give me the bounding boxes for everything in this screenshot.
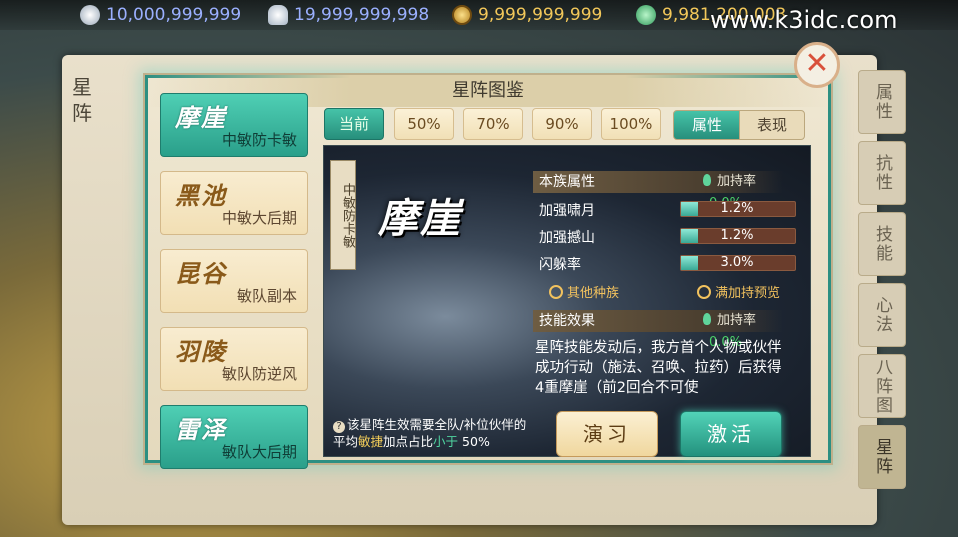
tab-90[interactable]: 90%: [532, 108, 592, 140]
tab-resistance[interactable]: 抗性: [858, 141, 906, 205]
attr-value: 3.0%: [720, 255, 754, 270]
tab-star-formation[interactable]: 星阵: [858, 425, 906, 489]
formation-name: 黑池: [175, 181, 227, 210]
jade-drop-icon: [703, 174, 711, 186]
skill-section-title: 技能效果: [539, 313, 595, 329]
formation-list: 摩崖 中敏防卡敏 黑池 中敏大后期 昆谷 敏队副本 羽陵 敏队防逆风 雷泽 敏队…: [160, 93, 310, 483]
jade-icon: [636, 5, 656, 25]
watermark: www.k3idc.com: [710, 6, 898, 34]
close-button[interactable]: ✕: [794, 42, 840, 88]
formation-name: 羽陵: [175, 337, 227, 366]
tab-mindset[interactable]: 心法: [858, 283, 906, 347]
tab-skills[interactable]: 技能: [858, 212, 906, 276]
attr-value: 1.2%: [720, 201, 754, 216]
attr-section-title: 本族属性: [539, 174, 595, 190]
tab-appearance-view[interactable]: 表现: [739, 110, 805, 140]
tab-attributes[interactable]: 属性: [858, 70, 906, 134]
tab-attributes-view[interactable]: 属性: [673, 110, 741, 140]
note-compare: 小于: [433, 434, 459, 449]
formation-desc: 敏队大后期: [221, 443, 297, 461]
note-attr: 敏捷: [358, 434, 384, 449]
formation-item-moya[interactable]: 摩崖 中敏防卡敏: [160, 93, 308, 157]
formation-desc: 中敏防卡敏: [221, 131, 297, 149]
magnifier-icon: [697, 285, 711, 299]
magnifier-icon: [549, 285, 563, 299]
formation-item-kungu[interactable]: 昆谷 敏队副本: [160, 249, 308, 313]
attr-label: 加强撼山: [539, 230, 595, 246]
full-bonus-label: 满加持预览: [715, 286, 781, 301]
skill-section-header: 技能效果 加持率0.0%: [533, 310, 783, 350]
formation-item-heichi[interactable]: 黑池 中敏大后期: [160, 171, 308, 235]
tab-100[interactable]: 100%: [601, 108, 661, 140]
other-races-link[interactable]: 其他种族: [549, 282, 619, 301]
formation-name: 雷泽: [175, 415, 227, 444]
formation-desc: 中敏大后期: [221, 209, 297, 227]
background-side-title: 星阵: [72, 75, 92, 125]
attr-rate-label: 加持率: [717, 174, 757, 189]
formation-desc: 敏队防逆风: [221, 365, 297, 383]
silver-coin-value: 10,000,999,999: [106, 5, 242, 25]
silver-coin-icon: [80, 5, 100, 25]
note-mid: 加点占比: [383, 434, 434, 449]
attr-label: 加强啸月: [539, 203, 595, 219]
jade-drop-icon: [703, 313, 711, 325]
activate-button[interactable]: 激活: [680, 411, 782, 457]
formation-item-yuling[interactable]: 羽陵 敏队防逆风: [160, 327, 308, 391]
tab-50[interactable]: 50%: [394, 108, 454, 140]
formation-desc: 敏队副本: [236, 287, 297, 305]
skill-rate-label: 加持率: [717, 313, 757, 328]
requirement-note: ? 该星阵生效需要全队/补位伙伴的平均敏捷加点占比小于 50%: [333, 416, 533, 450]
formation-item-leize[interactable]: 雷泽 敏队大后期: [160, 405, 308, 469]
attr-label: 闪躲率: [539, 257, 581, 273]
copper-coin-icon: [452, 5, 472, 25]
question-icon[interactable]: ?: [333, 421, 345, 433]
full-bonus-preview-link[interactable]: 满加持预览: [697, 282, 780, 301]
right-tab-bar: 属性 抗性 技能 心法 八阵图 星阵: [858, 70, 908, 496]
attr-section-header: 本族属性 加持率0.0%: [533, 171, 783, 211]
copper-coin-value: 9,999,999,999: [478, 5, 603, 25]
other-races-label: 其他种族: [567, 286, 620, 301]
practice-button[interactable]: 演习: [556, 411, 658, 457]
tab-eight-formation[interactable]: 八阵图: [858, 354, 906, 418]
silver-ingot-icon: [268, 5, 288, 25]
formation-big-name: 摩崖: [378, 195, 462, 242]
currency-silver-ingot: 19,999,999,998: [268, 4, 429, 26]
formation-name: 摩崖: [175, 103, 227, 132]
tab-70[interactable]: 70%: [463, 108, 523, 140]
currency-copper-coin: 9,999,999,999: [452, 4, 602, 26]
formation-name: 昆谷: [175, 259, 227, 288]
silver-ingot-value: 19,999,999,998: [294, 5, 430, 25]
tab-current[interactable]: 当前: [324, 108, 384, 140]
note-value: 50%: [462, 434, 490, 449]
currency-silver-coin: 10,000,999,999: [80, 4, 241, 26]
formation-type-label: 中敏防卡敏: [330, 160, 356, 270]
skill-description: 星阵技能发动后，我方首个人物或伙伴成功行动（施法、召唤、拉药）后获得4重摩崖（前…: [535, 340, 782, 396]
attr-value: 1.2%: [720, 228, 754, 243]
